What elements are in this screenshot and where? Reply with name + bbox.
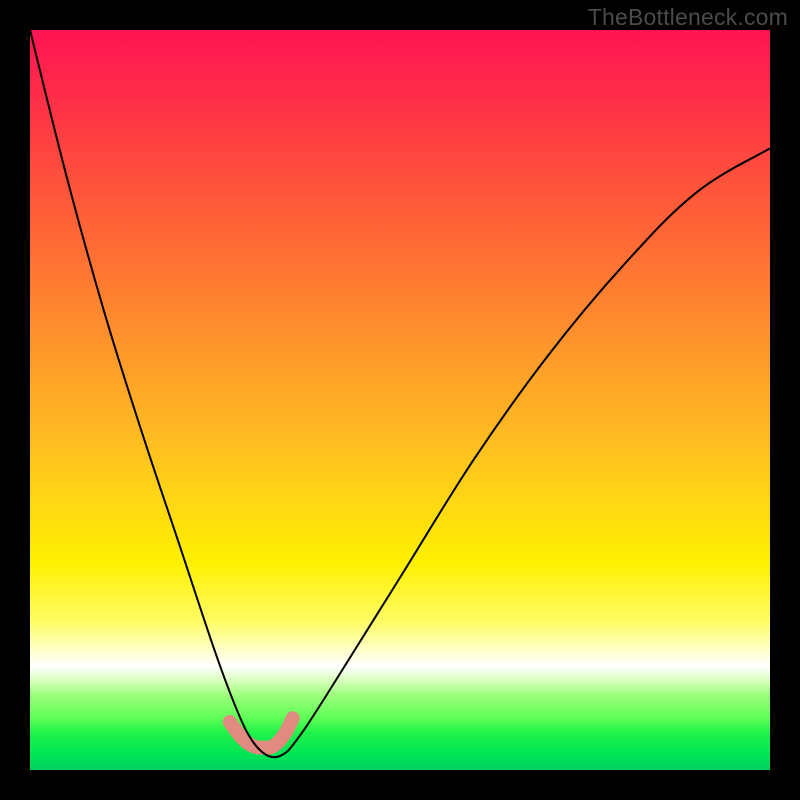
plot-area [30,30,770,770]
bottom-highlight-path [230,718,293,748]
watermark-text: TheBottleneck.com [588,4,788,31]
figure-container: TheBottleneck.com [0,0,800,800]
chart-svg [30,30,770,770]
bottleneck-curve-path [30,30,770,757]
